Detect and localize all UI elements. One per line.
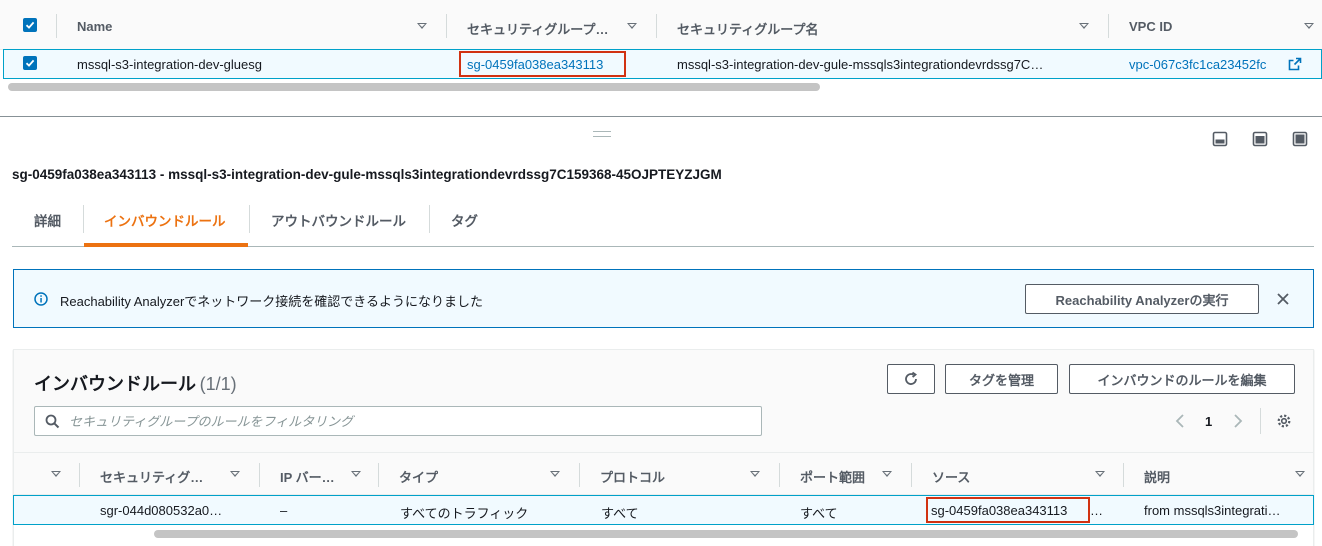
external-link-icon[interactable] xyxy=(1288,57,1302,74)
cell-rule-id: sgr-044d080532a0… xyxy=(100,503,223,518)
sort-caret-icon[interactable] xyxy=(1295,471,1305,477)
row-name: mssql-s3-integration-dev-gluesg xyxy=(77,57,262,72)
info-banner: Reachability Analyzerでネットワーク接続を確認できるようにな… xyxy=(13,269,1314,328)
filter-input[interactable] xyxy=(69,411,749,431)
search-icon xyxy=(45,414,60,432)
cell-type: すべてのトラフィック xyxy=(400,506,529,521)
chevron-left-icon[interactable] xyxy=(1175,413,1185,432)
sort-caret-icon[interactable] xyxy=(1079,23,1089,29)
tab-outbound-rules[interactable]: アウトバウンドルール xyxy=(271,210,406,236)
detail-title: sg-0459fa038ea343113 - mssql-s3-integrat… xyxy=(12,167,722,182)
reachability-analyzer-button[interactable]: Reachability Analyzerの実行 xyxy=(1025,284,1259,314)
highlight-box xyxy=(926,497,1090,523)
edit-inbound-rules-button[interactable]: インバウンドのルールを編集 xyxy=(1069,364,1295,394)
info-icon xyxy=(34,292,48,309)
refresh-button[interactable] xyxy=(887,364,935,394)
row-checkbox[interactable] xyxy=(23,56,37,70)
column-header-port-range[interactable]: ポート範囲 xyxy=(800,467,865,486)
column-header-protocol[interactable]: プロトコル xyxy=(600,467,665,486)
cell-source-ellipsis: … xyxy=(1090,503,1103,518)
row-vpc-id-link[interactable]: vpc-067c3fc1ca23452fc xyxy=(1129,57,1266,72)
page-number[interactable]: 1 xyxy=(1205,414,1212,429)
panel-split-icon[interactable] xyxy=(1252,131,1268,150)
sort-caret-icon[interactable] xyxy=(1095,471,1105,477)
column-header-ip-version[interactable]: IP バー… xyxy=(280,467,335,486)
column-header-vpc-id[interactable]: VPC ID xyxy=(1129,19,1172,34)
manage-tags-button[interactable]: タグを管理 xyxy=(945,364,1058,394)
sort-caret-icon[interactable] xyxy=(882,471,892,477)
sort-caret-icon[interactable] xyxy=(550,471,560,477)
panel-full-icon[interactable] xyxy=(1292,131,1308,150)
sort-caret-icon[interactable] xyxy=(417,23,427,29)
cell-protocol: すべて xyxy=(601,506,639,521)
tab-tags[interactable]: タグ xyxy=(451,210,478,236)
close-icon[interactable] xyxy=(1276,292,1290,309)
column-header-type[interactable]: タイプ xyxy=(399,467,438,486)
tab-details[interactable]: 詳細 xyxy=(34,210,61,236)
sort-caret-icon[interactable] xyxy=(627,23,637,29)
top-table: Name セキュリティグループ… セキュリティグループ名 VPC ID mssq… xyxy=(0,0,1322,100)
column-header-sg-name[interactable]: セキュリティグループ名 xyxy=(677,19,818,38)
active-tab-underline xyxy=(84,243,248,247)
cell-port-range: すべて xyxy=(800,506,838,521)
refresh-icon xyxy=(905,371,917,385)
chevron-right-icon[interactable] xyxy=(1233,413,1243,432)
gear-icon[interactable] xyxy=(1276,413,1292,432)
column-header-sg-id[interactable]: セキュリティグループ… xyxy=(467,19,608,38)
sort-caret-icon[interactable] xyxy=(51,471,61,477)
column-header-description[interactable]: 説明 xyxy=(1144,467,1170,486)
rules-panel-title: インバウンドルール (1/1) xyxy=(34,374,237,394)
top-horizontal-scrollbar[interactable] xyxy=(8,83,820,91)
sort-caret-icon[interactable] xyxy=(750,471,760,477)
sort-caret-icon[interactable] xyxy=(230,471,240,477)
table-row[interactable]: mssql-s3-integration-dev-gluesg sg-0459f… xyxy=(3,49,1322,79)
column-header-source[interactable]: ソース xyxy=(932,467,970,486)
select-all-checkbox[interactable] xyxy=(23,18,37,32)
sort-caret-icon[interactable] xyxy=(1304,23,1314,29)
rules-horizontal-scrollbar[interactable] xyxy=(154,530,1298,538)
column-header-name[interactable]: Name xyxy=(77,19,112,34)
panel-bottom-icon[interactable] xyxy=(1212,131,1228,150)
rules-table-header: セキュリティグ… IP バー… タイプ プロトコル ポート範囲 ソース 説明 xyxy=(14,452,1313,495)
tab-inbound-rules[interactable]: インバウンドルール xyxy=(104,210,226,236)
sort-caret-icon[interactable] xyxy=(351,471,361,477)
split-divider[interactable] xyxy=(0,116,1322,117)
top-table-header: Name セキュリティグループ… セキュリティグループ名 VPC ID xyxy=(0,0,1322,50)
row-sg-name: mssql-s3-integration-dev-gule-mssqls3int… xyxy=(677,57,1044,72)
filter-input-wrapper[interactable] xyxy=(34,406,762,436)
cell-description: from mssqls3integrati… xyxy=(1144,503,1281,518)
cell-ip-version: – xyxy=(280,503,288,518)
table-row[interactable]: sgr-044d080532a0… – すべてのトラフィック すべて すべて s… xyxy=(13,495,1314,525)
column-header-rule-id[interactable]: セキュリティグ… xyxy=(100,467,203,486)
highlight-box xyxy=(459,51,626,77)
info-banner-text: Reachability Analyzerでネットワーク接続を確認できるようにな… xyxy=(60,294,484,309)
drag-handle-icon[interactable] xyxy=(593,131,611,137)
rules-panel: インバウンドルール (1/1) タグを管理 インバウンドのルールを編集 inpu… xyxy=(13,349,1314,546)
